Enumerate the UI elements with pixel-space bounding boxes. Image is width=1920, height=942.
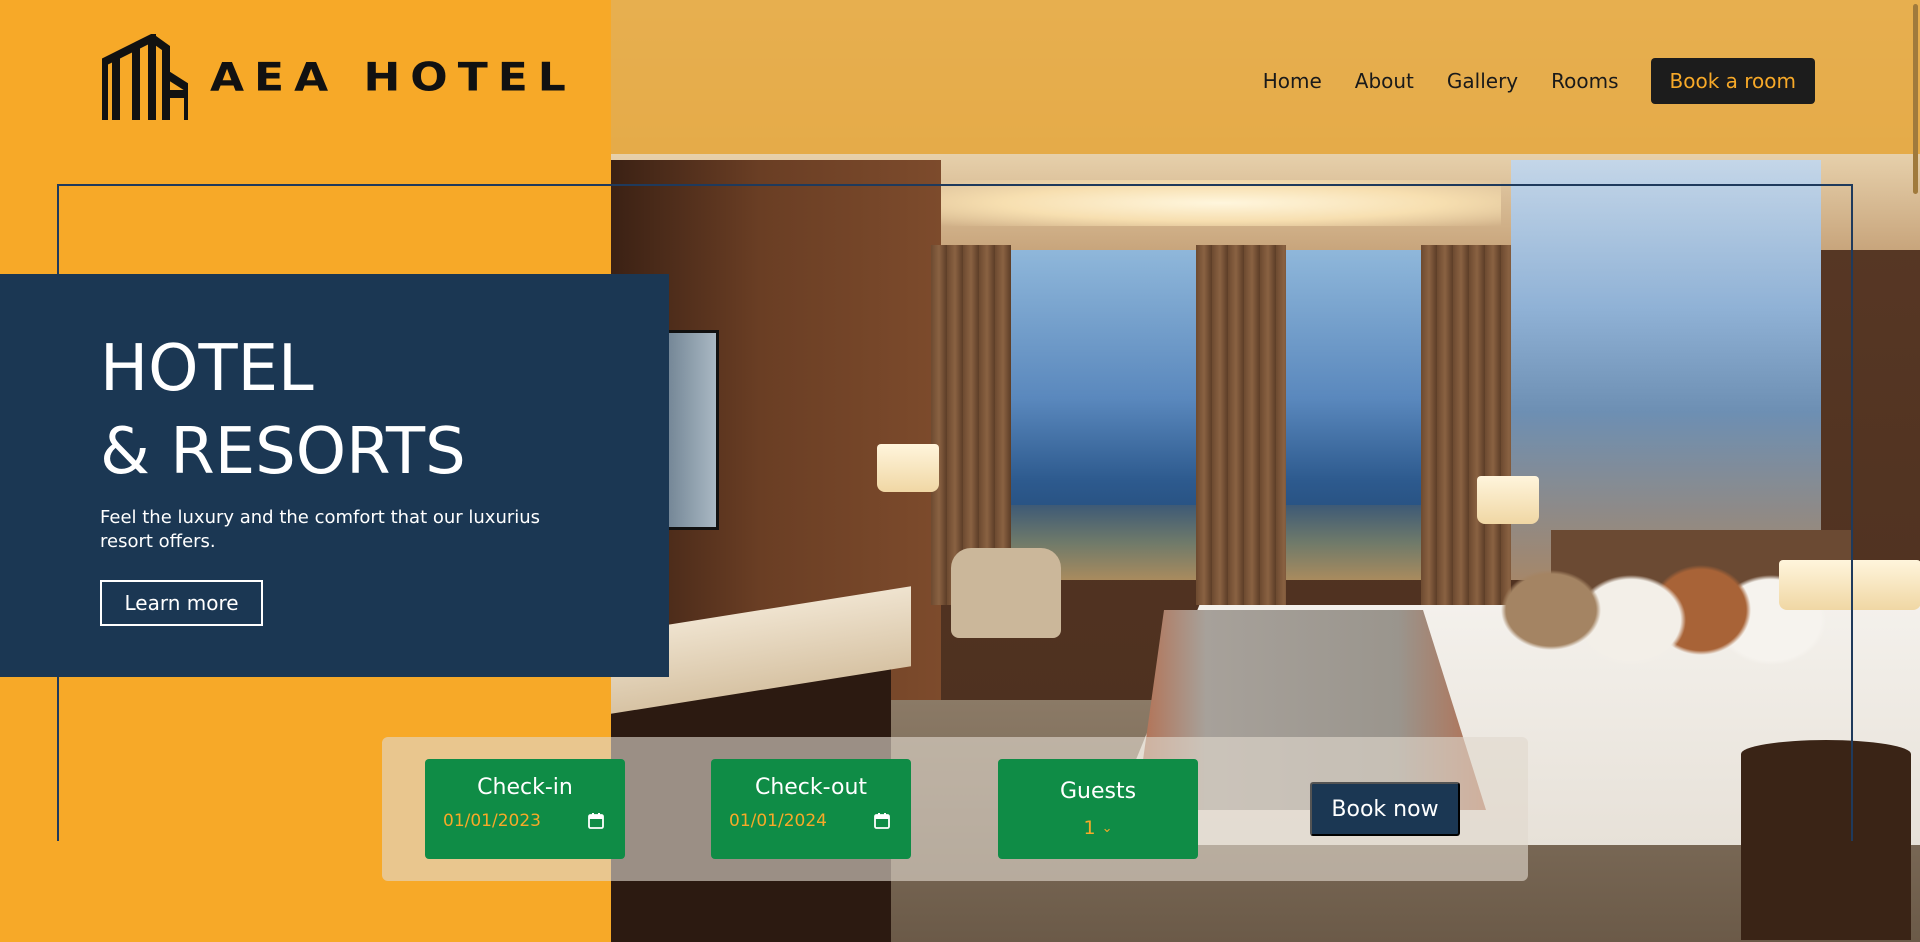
hero-title-line1: HOTEL	[100, 332, 314, 406]
guests-select[interactable]: 1 ⌄	[998, 817, 1198, 839]
learn-more-button[interactable]: Learn more	[100, 580, 263, 626]
checkout-date-input[interactable]: 01/01/2024	[729, 811, 827, 831]
checkout-field: Check-out 01/01/2024	[711, 759, 911, 859]
hero-title-line2: & RESORTS	[100, 415, 466, 489]
photo-lamp	[877, 444, 939, 492]
page-scrollbar[interactable]	[1913, 4, 1918, 194]
photo-lamp	[1779, 560, 1920, 610]
brand-name: AEA HOTEL	[210, 54, 576, 100]
checkin-field: Check-in 01/01/2023	[425, 759, 625, 859]
photo-window	[1511, 160, 1821, 580]
checkin-date-input[interactable]: 01/01/2023	[443, 811, 541, 831]
checkin-label: Check-in	[477, 775, 573, 800]
brand-logo[interactable]: AEA HOTEL	[102, 34, 576, 120]
book-a-room-button[interactable]: Book a room	[1650, 58, 1815, 104]
nav-rooms[interactable]: Rooms	[1551, 69, 1618, 93]
photo-lamp	[1477, 476, 1539, 524]
nav-home[interactable]: Home	[1263, 69, 1322, 93]
main-nav: Home About Gallery Rooms Book a room	[1263, 58, 1815, 104]
hero-title: HOTEL & RESORTS	[100, 328, 466, 494]
guests-field: Guests 1 ⌄	[998, 759, 1198, 859]
calendar-icon[interactable]	[873, 812, 891, 830]
photo-curtain	[1196, 245, 1286, 605]
photo-armchair	[951, 548, 1061, 638]
checkout-label: Check-out	[754, 775, 868, 800]
nav-about[interactable]: About	[1355, 69, 1414, 93]
chevron-down-icon: ⌄	[1101, 821, 1113, 836]
booking-bar: Check-in 01/01/2023 Check-out 01/01/2024…	[382, 737, 1528, 881]
hero-subtitle: Feel the luxury and the comfort that our…	[100, 507, 541, 552]
building-icon	[102, 34, 188, 120]
book-now-button[interactable]: Book now	[1310, 782, 1460, 836]
photo-nightstand	[1741, 740, 1911, 940]
photo-ceiling-light	[941, 180, 1501, 226]
calendar-icon[interactable]	[587, 812, 605, 830]
guests-label: Guests	[1059, 779, 1137, 804]
nav-gallery[interactable]: Gallery	[1447, 69, 1518, 93]
hero-card: HOTEL & RESORTS Feel the luxury and the …	[0, 274, 669, 677]
guests-value: 1	[1083, 817, 1096, 839]
